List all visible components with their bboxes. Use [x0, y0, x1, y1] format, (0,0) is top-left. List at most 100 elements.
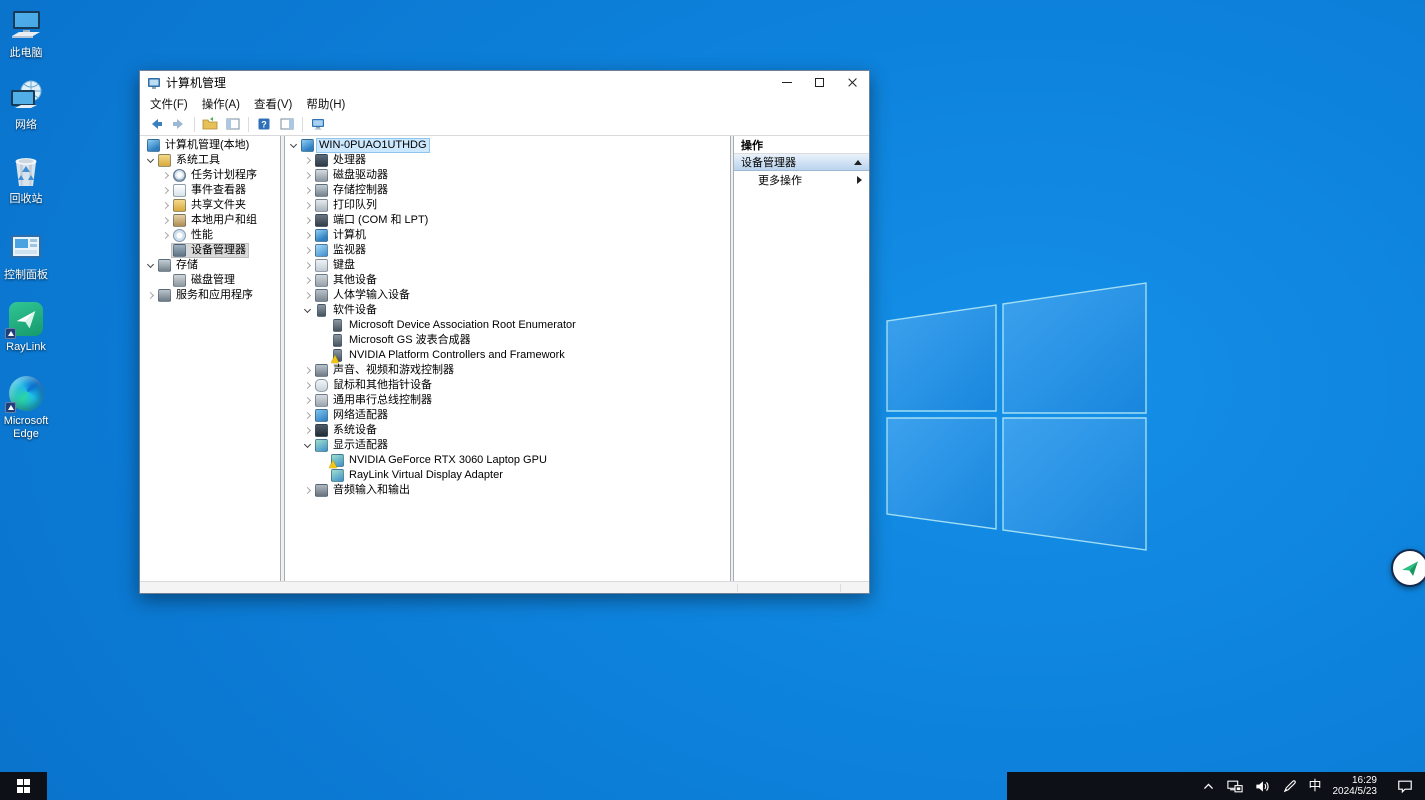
- ime-indicator[interactable]: 中: [1308, 778, 1321, 794]
- collapsed-chevron-icon[interactable]: [160, 185, 172, 197]
- tree-item-device-manager[interactable]: 设备管理器: [140, 243, 280, 258]
- tree-item-monitors[interactable]: 监视器: [285, 243, 730, 258]
- tree-item-event-viewer[interactable]: 事件查看器: [140, 183, 280, 198]
- tree-item-nvidia-rtx3060[interactable]: NVIDIA GeForce RTX 3060 Laptop GPU: [285, 453, 730, 468]
- tree-item-sound-controllers[interactable]: 声音、视频和游戏控制器: [285, 363, 730, 378]
- tree-item-audio-inputs-outputs[interactable]: 音频输入和输出: [285, 483, 730, 498]
- collapsed-chevron-icon[interactable]: [302, 260, 314, 272]
- tree-item-local-users-groups[interactable]: 本地用户和组: [140, 213, 280, 228]
- collapsed-chevron-icon[interactable]: [302, 155, 314, 167]
- taskbar-clock[interactable]: 16:29 2024/5/23: [1333, 775, 1378, 797]
- collapsed-chevron-icon[interactable]: [302, 215, 314, 227]
- monitor-button[interactable]: [308, 115, 328, 134]
- desktop-icon-edge[interactable]: Microsoft Edge: [0, 374, 59, 441]
- forward-button[interactable]: [169, 115, 189, 134]
- actions-more-actions[interactable]: 更多操作: [734, 171, 869, 188]
- tree-item-display-adapters[interactable]: 显示适配器: [285, 438, 730, 453]
- action-pane-button[interactable]: [277, 115, 297, 134]
- svg-text:?: ?: [261, 119, 267, 129]
- console-tree-button[interactable]: [200, 115, 220, 134]
- collapsed-chevron-icon[interactable]: [302, 185, 314, 197]
- tree-item-system-tools[interactable]: 系统工具: [140, 153, 280, 168]
- computer-management-icon: [147, 139, 160, 152]
- tree-item-disk-management[interactable]: 磁盘管理: [140, 273, 280, 288]
- expanded-chevron-icon[interactable]: [302, 440, 314, 452]
- collapsed-chevron-icon[interactable]: [145, 290, 157, 302]
- expanded-chevron-icon[interactable]: [302, 305, 314, 317]
- desktop-icon-network[interactable]: 网络: [0, 78, 59, 132]
- tree-item-network-adapters[interactable]: 网络适配器: [285, 408, 730, 423]
- tree-item-ms-device-association[interactable]: Microsoft Device Association Root Enumer…: [285, 318, 730, 333]
- tree-item-computer-category[interactable]: 计算机: [285, 228, 730, 243]
- tree-item-raylink-virtual-display[interactable]: RayLink Virtual Display Adapter: [285, 468, 730, 483]
- menu-action[interactable]: 操作(A): [195, 94, 247, 113]
- collapsed-chevron-icon[interactable]: [302, 395, 314, 407]
- hidden-icons-chevron-icon[interactable]: [1200, 778, 1216, 794]
- back-button[interactable]: [146, 115, 166, 134]
- panel-button[interactable]: [223, 115, 243, 134]
- tree-item-processors[interactable]: 处理器: [285, 153, 730, 168]
- menu-file[interactable]: 文件(F): [143, 94, 195, 113]
- tree-item-ports[interactable]: 端口 (COM 和 LPT): [285, 213, 730, 228]
- collapsed-chevron-icon[interactable]: [160, 200, 172, 212]
- collapsed-chevron-icon[interactable]: [302, 200, 314, 212]
- collapsed-chevron-icon[interactable]: [302, 245, 314, 257]
- tree-item-keyboards[interactable]: 键盘: [285, 258, 730, 273]
- title-bar[interactable]: 计算机管理: [140, 71, 869, 94]
- collapsed-chevron-icon[interactable]: [160, 215, 172, 227]
- tree-item-print-queues[interactable]: 打印队列: [285, 198, 730, 213]
- desktop-icon-raylink[interactable]: RayLink: [0, 300, 59, 354]
- tree-item-other-devices[interactable]: 其他设备: [285, 273, 730, 288]
- collapsed-chevron-icon[interactable]: [302, 485, 314, 497]
- desktop-icon-recycle-bin[interactable]: 回收站: [0, 152, 59, 206]
- tree-item-software-devices[interactable]: 软件设备: [285, 303, 730, 318]
- tree-item-computer-name[interactable]: WIN-0PUAO1UTHDG: [285, 138, 730, 153]
- collapsed-chevron-icon[interactable]: [302, 275, 314, 287]
- close-button[interactable]: [836, 71, 869, 94]
- help-button[interactable]: ?: [254, 115, 274, 134]
- tree-item-shared-folders[interactable]: 共享文件夹: [140, 198, 280, 213]
- action-center-icon[interactable]: [1397, 778, 1413, 794]
- tree-item-nvidia-platform-controllers[interactable]: NVIDIA Platform Controllers and Framewor…: [285, 348, 730, 363]
- collapsed-chevron-icon[interactable]: [302, 380, 314, 392]
- actions-group-device-manager[interactable]: 设备管理器: [734, 154, 869, 171]
- desktop-icon-control-panel[interactable]: 控制面板: [0, 228, 59, 282]
- start-button[interactable]: [17, 779, 31, 793]
- minimize-button[interactable]: [770, 71, 803, 94]
- collapsed-chevron-icon[interactable]: [302, 290, 314, 302]
- collapse-arrow-icon[interactable]: [854, 160, 862, 165]
- desktop-icon-this-pc[interactable]: 此电脑: [0, 6, 59, 60]
- expanded-chevron-icon[interactable]: [145, 260, 157, 272]
- collapsed-chevron-icon[interactable]: [160, 230, 172, 242]
- tree-item-storage-controllers[interactable]: 存储控制器: [285, 183, 730, 198]
- tree-item-hid[interactable]: 人体学输入设备: [285, 288, 730, 303]
- tree-item-usb-controllers[interactable]: 通用串行总线控制器: [285, 393, 730, 408]
- menu-view[interactable]: 查看(V): [247, 94, 299, 113]
- network-tray-icon[interactable]: [1227, 778, 1243, 794]
- tree-item-storage[interactable]: 存储: [140, 258, 280, 273]
- collapsed-chevron-icon[interactable]: [302, 170, 314, 182]
- collapsed-chevron-icon[interactable]: [302, 425, 314, 437]
- volume-icon[interactable]: [1254, 778, 1270, 794]
- collapsed-chevron-icon[interactable]: [302, 410, 314, 422]
- tree-item-disk-drives[interactable]: 磁盘驱动器: [285, 168, 730, 183]
- tree-item-system-devices[interactable]: 系统设备: [285, 423, 730, 438]
- collapsed-chevron-icon[interactable]: [302, 230, 314, 242]
- unknown-device-icon: [315, 274, 328, 287]
- tree-item-task-scheduler[interactable]: 任务计划程序: [140, 168, 280, 183]
- tree-item-performance[interactable]: 性能: [140, 228, 280, 243]
- maximize-button[interactable]: [803, 71, 836, 94]
- collapsed-chevron-icon[interactable]: [160, 170, 172, 182]
- raylink-floating-ball[interactable]: [1391, 549, 1425, 587]
- collapsed-chevron-icon[interactable]: [302, 365, 314, 377]
- menu-help[interactable]: 帮助(H): [299, 94, 352, 113]
- task-scheduler-icon: [173, 169, 186, 182]
- mouse-icon: [315, 379, 328, 392]
- expanded-chevron-icon[interactable]: [288, 140, 300, 152]
- tree-item-mice[interactable]: 鼠标和其他指针设备: [285, 378, 730, 393]
- expanded-chevron-icon[interactable]: [145, 155, 157, 167]
- tree-item-services-applications[interactable]: 服务和应用程序: [140, 288, 280, 303]
- tree-item-computer-management[interactable]: 计算机管理(本地): [140, 138, 280, 153]
- pen-icon[interactable]: [1281, 778, 1297, 794]
- tree-item-ms-gs-wavetable[interactable]: Microsoft GS 波表合成器: [285, 333, 730, 348]
